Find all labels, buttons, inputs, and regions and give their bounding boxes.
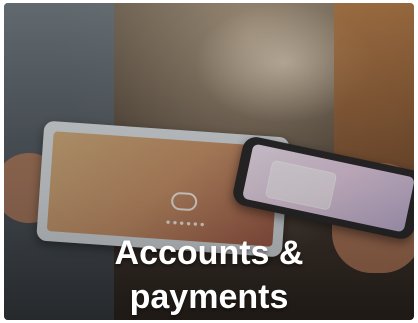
tile-title: Accounts & payments bbox=[4, 231, 414, 319]
accounts-payments-tile[interactable]: ●●●●●● Accounts & payments bbox=[4, 3, 414, 320]
tile-title-line2: payments bbox=[129, 278, 289, 316]
tile-title-line1: Accounts & bbox=[114, 234, 304, 272]
